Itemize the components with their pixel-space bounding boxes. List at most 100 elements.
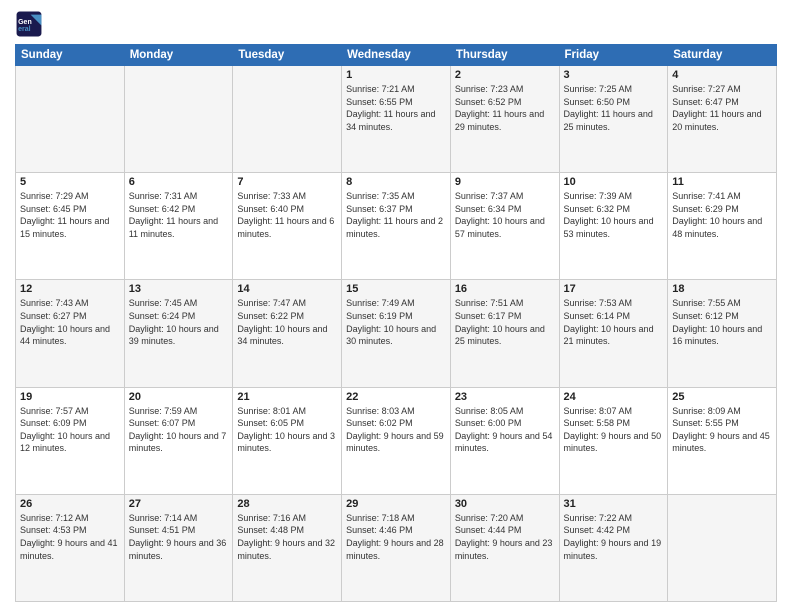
cell-date: 21 — [237, 391, 337, 403]
cell-date: 6 — [129, 176, 229, 188]
calendar-cell — [668, 494, 777, 601]
cell-date: 26 — [20, 498, 120, 510]
cell-info: Sunrise: 8:09 AM Sunset: 5:55 PM Dayligh… — [672, 405, 772, 455]
page: Gen eral SundayMondayTuesdayWednesdayThu… — [0, 0, 792, 612]
week-row-4: 19 Sunrise: 7:57 AM Sunset: 6:09 PM Dayli… — [16, 387, 777, 494]
cell-date: 19 — [20, 391, 120, 403]
calendar-cell: 16 Sunrise: 7:51 AM Sunset: 6:17 PM Dayli… — [450, 280, 559, 387]
svg-text:Gen: Gen — [18, 19, 32, 26]
calendar-cell: 28 Sunrise: 7:16 AM Sunset: 4:48 PM Dayli… — [233, 494, 342, 601]
calendar-cell: 26 Sunrise: 7:12 AM Sunset: 4:53 PM Dayli… — [16, 494, 125, 601]
col-header-wednesday: Wednesday — [342, 45, 451, 66]
calendar-cell: 12Sunrise: 7:43 AM Sunset: 6:27 PM Dayli… — [16, 280, 125, 387]
logo: Gen eral — [15, 10, 47, 38]
calendar-cell: 3 Sunrise: 7:25 AM Sunset: 6:50 PM Daylig… — [559, 66, 668, 173]
calendar-cell: 15 Sunrise: 7:49 AM Sunset: 6:19 PM Dayli… — [342, 280, 451, 387]
cell-info: Sunrise: 7:29 AM Sunset: 6:45 PM Dayligh… — [20, 190, 120, 240]
calendar-cell: 24 Sunrise: 8:07 AM Sunset: 5:58 PM Dayli… — [559, 387, 668, 494]
cell-date: 24 — [564, 391, 664, 403]
cell-date: 20 — [129, 391, 229, 403]
calendar-cell: 10Sunrise: 7:39 AM Sunset: 6:32 PM Dayli… — [559, 173, 668, 280]
cell-date: 2 — [455, 69, 555, 81]
cell-date: 28 — [237, 498, 337, 510]
cell-info: Sunrise: 7:47 AM Sunset: 6:22 PM Dayligh… — [237, 297, 337, 347]
cell-info: Sunrise: 7:22 AM Sunset: 4:42 PM Dayligh… — [564, 512, 664, 562]
calendar-cell — [233, 66, 342, 173]
header-row: SundayMondayTuesdayWednesdayThursdayFrid… — [16, 45, 777, 66]
calendar-cell: 9 Sunrise: 7:37 AM Sunset: 6:34 PM Daylig… — [450, 173, 559, 280]
svg-text:eral: eral — [18, 26, 31, 33]
calendar-cell: 25 Sunrise: 8:09 AM Sunset: 5:55 PM Dayli… — [668, 387, 777, 494]
cell-info: Sunrise: 8:05 AM Sunset: 6:00 PM Dayligh… — [455, 405, 555, 455]
cell-info: Sunrise: 7:25 AM Sunset: 6:50 PM Dayligh… — [564, 83, 664, 133]
cell-info: Sunrise: 8:03 AM Sunset: 6:02 PM Dayligh… — [346, 405, 446, 455]
calendar-cell: 4Sunrise: 7:27 AM Sunset: 6:47 PM Daylig… — [668, 66, 777, 173]
calendar-cell — [16, 66, 125, 173]
cell-info: Sunrise: 7:14 AM Sunset: 4:51 PM Dayligh… — [129, 512, 229, 562]
cell-info: Sunrise: 7:20 AM Sunset: 4:44 PM Dayligh… — [455, 512, 555, 562]
cell-date: 5 — [20, 176, 120, 188]
col-header-friday: Friday — [559, 45, 668, 66]
calendar-cell: 17Sunrise: 7:53 AM Sunset: 6:14 PM Dayli… — [559, 280, 668, 387]
cell-date: 22 — [346, 391, 446, 403]
calendar-cell: 14Sunrise: 7:47 AM Sunset: 6:22 PM Dayli… — [233, 280, 342, 387]
cell-info: Sunrise: 8:07 AM Sunset: 5:58 PM Dayligh… — [564, 405, 664, 455]
cell-date: 27 — [129, 498, 229, 510]
cell-info: Sunrise: 8:01 AM Sunset: 6:05 PM Dayligh… — [237, 405, 337, 455]
cell-info: Sunrise: 7:51 AM Sunset: 6:17 PM Dayligh… — [455, 297, 555, 347]
calendar-cell — [124, 66, 233, 173]
cell-info: Sunrise: 7:18 AM Sunset: 4:46 PM Dayligh… — [346, 512, 446, 562]
calendar-cell: 20 Sunrise: 7:59 AM Sunset: 6:07 PM Dayli… — [124, 387, 233, 494]
col-header-thursday: Thursday — [450, 45, 559, 66]
logo-icon: Gen eral — [15, 10, 43, 38]
col-header-tuesday: Tuesday — [233, 45, 342, 66]
cell-info: Sunrise: 7:31 AM Sunset: 6:42 PM Dayligh… — [129, 190, 229, 240]
cell-date: 16 — [455, 283, 555, 295]
cell-info: Sunrise: 7:33 AM Sunset: 6:40 PM Dayligh… — [237, 190, 337, 240]
cell-date: 10 — [564, 176, 664, 188]
cell-date: 29 — [346, 498, 446, 510]
calendar-cell: 1 Sunrise: 7:21 AM Sunset: 6:55 PM Daylig… — [342, 66, 451, 173]
week-row-3: 12Sunrise: 7:43 AM Sunset: 6:27 PM Dayli… — [16, 280, 777, 387]
calendar-cell: 6 Sunrise: 7:31 AM Sunset: 6:42 PM Daylig… — [124, 173, 233, 280]
cell-date: 12 — [20, 283, 120, 295]
calendar-cell: 7Sunrise: 7:33 AM Sunset: 6:40 PM Daylig… — [233, 173, 342, 280]
cell-date: 9 — [455, 176, 555, 188]
calendar-table: SundayMondayTuesdayWednesdayThursdayFrid… — [15, 44, 777, 602]
calendar-cell: 8 Sunrise: 7:35 AM Sunset: 6:37 PM Daylig… — [342, 173, 451, 280]
cell-date: 13 — [129, 283, 229, 295]
calendar-cell: 27 Sunrise: 7:14 AM Sunset: 4:51 PM Dayli… — [124, 494, 233, 601]
header: Gen eral — [15, 10, 777, 38]
cell-date: 11 — [672, 176, 772, 188]
cell-info: Sunrise: 7:12 AM Sunset: 4:53 PM Dayligh… — [20, 512, 120, 562]
calendar-cell: 11 Sunrise: 7:41 AM Sunset: 6:29 PM Dayli… — [668, 173, 777, 280]
cell-info: Sunrise: 7:55 AM Sunset: 6:12 PM Dayligh… — [672, 297, 772, 347]
cell-info: Sunrise: 7:59 AM Sunset: 6:07 PM Dayligh… — [129, 405, 229, 455]
cell-date: 3 — [564, 69, 664, 81]
cell-date: 8 — [346, 176, 446, 188]
cell-info: Sunrise: 7:16 AM Sunset: 4:48 PM Dayligh… — [237, 512, 337, 562]
calendar-cell: 29 Sunrise: 7:18 AM Sunset: 4:46 PM Dayli… — [342, 494, 451, 601]
cell-info: Sunrise: 7:57 AM Sunset: 6:09 PM Dayligh… — [20, 405, 120, 455]
cell-info: Sunrise: 7:41 AM Sunset: 6:29 PM Dayligh… — [672, 190, 772, 240]
cell-date: 30 — [455, 498, 555, 510]
cell-date: 31 — [564, 498, 664, 510]
calendar-cell: 31 Sunrise: 7:22 AM Sunset: 4:42 PM Dayli… — [559, 494, 668, 601]
cell-date: 4 — [672, 69, 772, 81]
cell-info: Sunrise: 7:37 AM Sunset: 6:34 PM Dayligh… — [455, 190, 555, 240]
cell-date: 25 — [672, 391, 772, 403]
cell-info: Sunrise: 7:21 AM Sunset: 6:55 PM Dayligh… — [346, 83, 446, 133]
week-row-5: 26 Sunrise: 7:12 AM Sunset: 4:53 PM Dayli… — [16, 494, 777, 601]
col-header-sunday: Sunday — [16, 45, 125, 66]
calendar-cell: 2Sunrise: 7:23 AM Sunset: 6:52 PM Daylig… — [450, 66, 559, 173]
cell-info: Sunrise: 7:49 AM Sunset: 6:19 PM Dayligh… — [346, 297, 446, 347]
cell-date: 15 — [346, 283, 446, 295]
cell-date: 18 — [672, 283, 772, 295]
calendar-cell: 19 Sunrise: 7:57 AM Sunset: 6:09 PM Dayli… — [16, 387, 125, 494]
cell-info: Sunrise: 7:35 AM Sunset: 6:37 PM Dayligh… — [346, 190, 446, 240]
week-row-2: 5 Sunrise: 7:29 AM Sunset: 6:45 PM Daylig… — [16, 173, 777, 280]
cell-date: 23 — [455, 391, 555, 403]
cell-date: 1 — [346, 69, 446, 81]
calendar-cell: 21 Sunrise: 8:01 AM Sunset: 6:05 PM Dayli… — [233, 387, 342, 494]
cell-info: Sunrise: 7:53 AM Sunset: 6:14 PM Dayligh… — [564, 297, 664, 347]
